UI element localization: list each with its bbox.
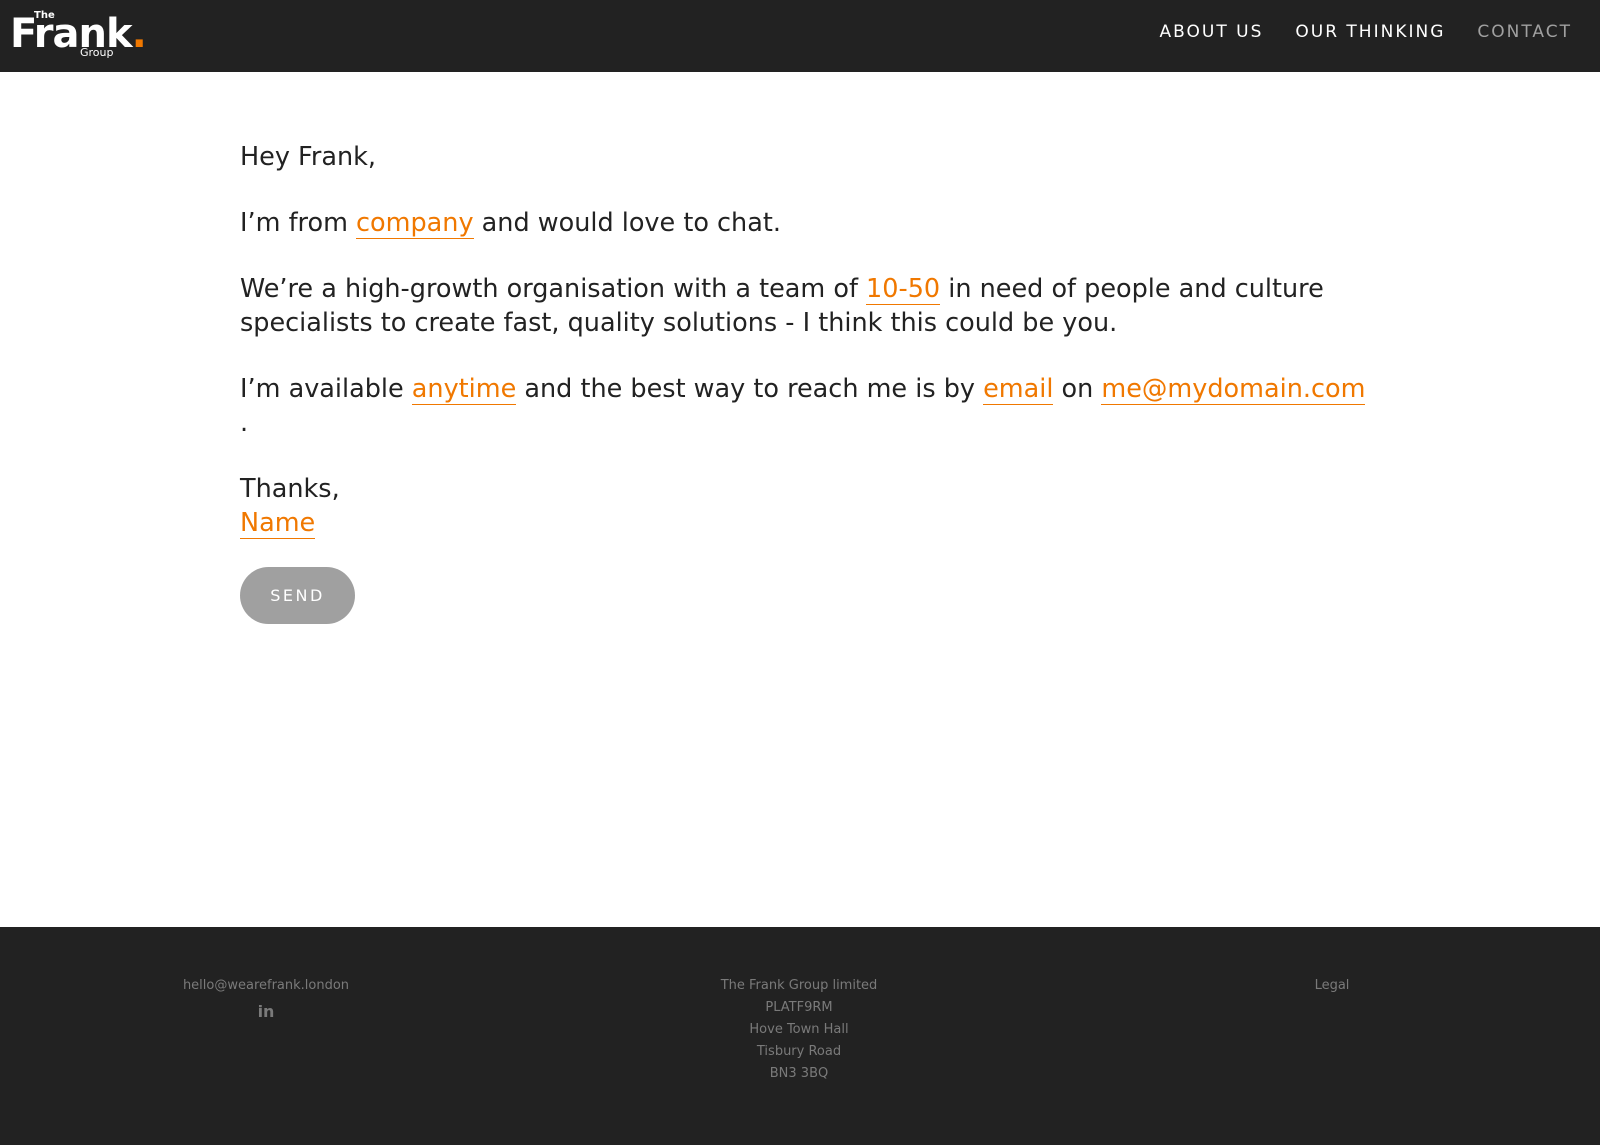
footer-address: The Frank Group limited PLATF9RM Hove To…	[699, 975, 899, 1085]
logo-group-text: Group	[80, 46, 114, 59]
frank-group-logo[interactable]: The Frank. Group	[10, 8, 147, 62]
team-sentence: We’re a high-growth organisation with a …	[240, 274, 1324, 338]
send-button[interactable]: SEND	[240, 567, 355, 624]
address-line: Hove Town Hall	[749, 1022, 849, 1037]
logo-frank-text: Frank.	[10, 11, 147, 57]
address-line: Tisbury Road	[756, 1044, 842, 1059]
footer-legal: Legal	[1232, 975, 1432, 997]
contact-detail-field[interactable]: me@mydomain.com	[1101, 374, 1366, 405]
footer-email-link[interactable]: hello@wearefrank.london	[166, 975, 366, 997]
contact-method-field[interactable]: email	[983, 374, 1054, 405]
contact-letter-form: Hey Frank, I’m from company and would lo…	[240, 140, 1370, 540]
nav-contact[interactable]: CONTACT	[1477, 22, 1572, 42]
legal-link[interactable]: Legal	[1232, 975, 1432, 997]
main-nav: ABOUT US OUR THINKING CONTACT	[1160, 22, 1572, 42]
company-field[interactable]: company	[356, 208, 474, 239]
name-field[interactable]: Name	[240, 508, 316, 539]
address-line: The Frank Group limited	[720, 978, 878, 993]
signoff: Thanks,	[240, 474, 340, 504]
availability-field[interactable]: anytime	[411, 374, 517, 405]
address-line: BN3 3BQ	[769, 1066, 829, 1081]
linkedin-icon[interactable]: in	[258, 1001, 275, 1023]
nav-our-thinking[interactable]: OUR THINKING	[1295, 22, 1445, 42]
greeting: Hey Frank,	[240, 142, 377, 172]
nav-about-us[interactable]: ABOUT US	[1160, 22, 1264, 42]
footer-contact: hello@wearefrank.london in	[166, 975, 366, 1025]
availability-sentence: I’m available anytime and the best way t…	[240, 374, 1366, 438]
team-size-field[interactable]: 10-50	[866, 274, 941, 305]
address-line: PLATF9RM	[765, 1000, 833, 1015]
company-sentence: I’m from company and would love to chat.	[240, 208, 781, 239]
site-footer: hello@wearefrank.london in The Frank Gro…	[0, 927, 1600, 1145]
site-header: The Frank. Group ABOUT US OUR THINKING C…	[0, 0, 1600, 72]
